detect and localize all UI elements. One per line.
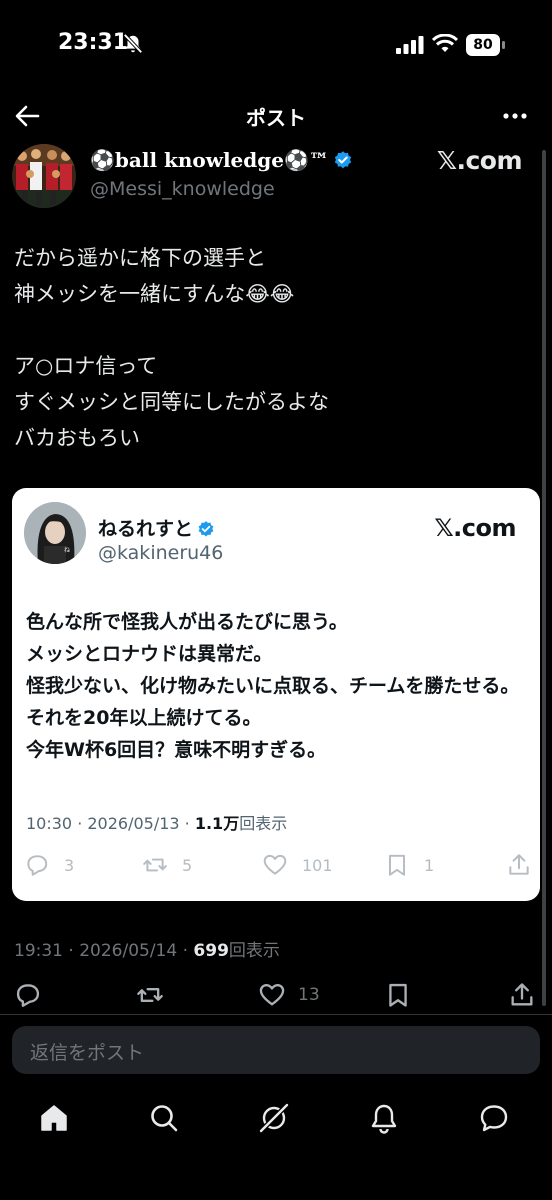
messages-icon[interactable] xyxy=(478,1102,510,1134)
home-icon[interactable] xyxy=(38,1102,70,1134)
share-icon xyxy=(509,854,529,875)
status-bar: 23:31 80 xyxy=(0,0,552,92)
quoted-reply-count: 3 xyxy=(64,855,75,875)
reply-button[interactable] xyxy=(14,980,54,1010)
reply-placeholder: 返信をポスト xyxy=(30,1042,145,1064)
post-text: だから遥かに格下の選手と 神メッシを一緒にすんな😂😂 ア○ロナ信って すぐメッシ… xyxy=(14,246,329,450)
heart-icon xyxy=(263,854,287,875)
quoted-author-handle[interactable]: @kakineru46 xyxy=(98,542,223,564)
notifications-icon[interactable] xyxy=(368,1102,400,1134)
battery-level: 80 xyxy=(473,37,493,53)
share-button[interactable] xyxy=(508,980,536,1010)
like-count: 13 xyxy=(298,985,320,1005)
quoted-repost-button[interactable]: 5 xyxy=(142,850,192,880)
reply-input[interactable]: 返信をポスト xyxy=(12,1026,540,1074)
quoted-view-label: 回表示 xyxy=(239,814,288,833)
search-icon[interactable] xyxy=(148,1102,180,1134)
post-view-label: 回表示 xyxy=(228,941,280,961)
wifi-icon xyxy=(432,34,458,52)
quoted-post-text: 色んな所で怪我人が出るたびに思う。 メッシとロナウドは異常だ。 怪我少ない、化け… xyxy=(26,611,520,761)
cellular-signal-icon xyxy=(396,36,424,54)
quoted-reply-button[interactable]: 3 xyxy=(24,850,74,880)
post-view-count: 699 xyxy=(193,941,229,961)
post-timestamp: 19:31 · 2026/05/14 · xyxy=(14,941,194,961)
source-watermark: 𝕏.com xyxy=(436,146,523,175)
share-icon xyxy=(511,983,533,1006)
post-header: ⚽ball knowledge⚽™ @Messi_knowledge 𝕏.com xyxy=(0,142,552,208)
avatar[interactable] xyxy=(12,144,76,208)
quoted-share-button[interactable] xyxy=(506,850,532,880)
quoted-bookmark-button[interactable]: 1 xyxy=(384,850,434,880)
svg-text:ね: ね xyxy=(64,547,70,554)
author-name[interactable]: ⚽ball knowledge⚽™ xyxy=(90,148,353,172)
quoted-author-name[interactable]: ねるれすと xyxy=(98,514,215,541)
heart-icon xyxy=(259,984,285,1006)
bookmark-icon xyxy=(389,983,407,1007)
reply-icon xyxy=(16,984,40,1007)
quoted-like-count: 101 xyxy=(302,855,333,875)
quoted-source-watermark: 𝕏.com xyxy=(434,514,516,542)
grok-icon[interactable] xyxy=(258,1102,290,1134)
quoted-like-button[interactable]: 101 xyxy=(262,850,333,880)
verified-badge-icon xyxy=(334,151,352,169)
bookmark-button[interactable] xyxy=(384,980,424,1010)
bookmark-icon xyxy=(388,854,406,876)
repost-icon xyxy=(143,858,167,872)
quoted-timestamp: 10:30 · 2026/05/13 · xyxy=(26,814,195,833)
quoted-repost-count: 5 xyxy=(182,855,193,875)
quoted-post-meta: 10:30 · 2026/05/13 · 1.1万回表示 xyxy=(26,810,287,834)
quoted-avatar[interactable]: ね xyxy=(24,502,86,564)
quoted-action-bar: 3 5 101 1 xyxy=(12,850,540,880)
post-action-bar: 13 xyxy=(0,980,552,1014)
repost-button[interactable] xyxy=(136,980,176,1010)
scrollbar[interactable] xyxy=(542,150,546,1006)
repost-icon xyxy=(137,988,163,1002)
like-button[interactable]: 13 xyxy=(258,980,320,1010)
author-handle[interactable]: @Messi_knowledge xyxy=(90,178,275,200)
quoted-view-count: 1.1万 xyxy=(194,814,240,833)
quoted-post-card[interactable]: ね ねるれすと @kakineru46 𝕏.com 色んな所で怪我人が出るたびに… xyxy=(12,488,540,901)
page-title: ポスト xyxy=(246,106,306,130)
bell-off-icon xyxy=(123,33,143,54)
more-horizontal-icon[interactable] xyxy=(502,112,528,120)
status-time: 23:31 xyxy=(58,30,129,55)
verified-badge-icon xyxy=(198,521,214,537)
post-meta: 19:31 · 2026/05/14 · 699回表示 xyxy=(14,936,280,961)
divider xyxy=(0,1014,552,1015)
quoted-bookmark-count: 1 xyxy=(424,855,435,875)
top-nav-bar: ポスト xyxy=(0,96,552,136)
bottom-tab-bar xyxy=(0,1096,552,1146)
reply-icon xyxy=(27,855,48,876)
